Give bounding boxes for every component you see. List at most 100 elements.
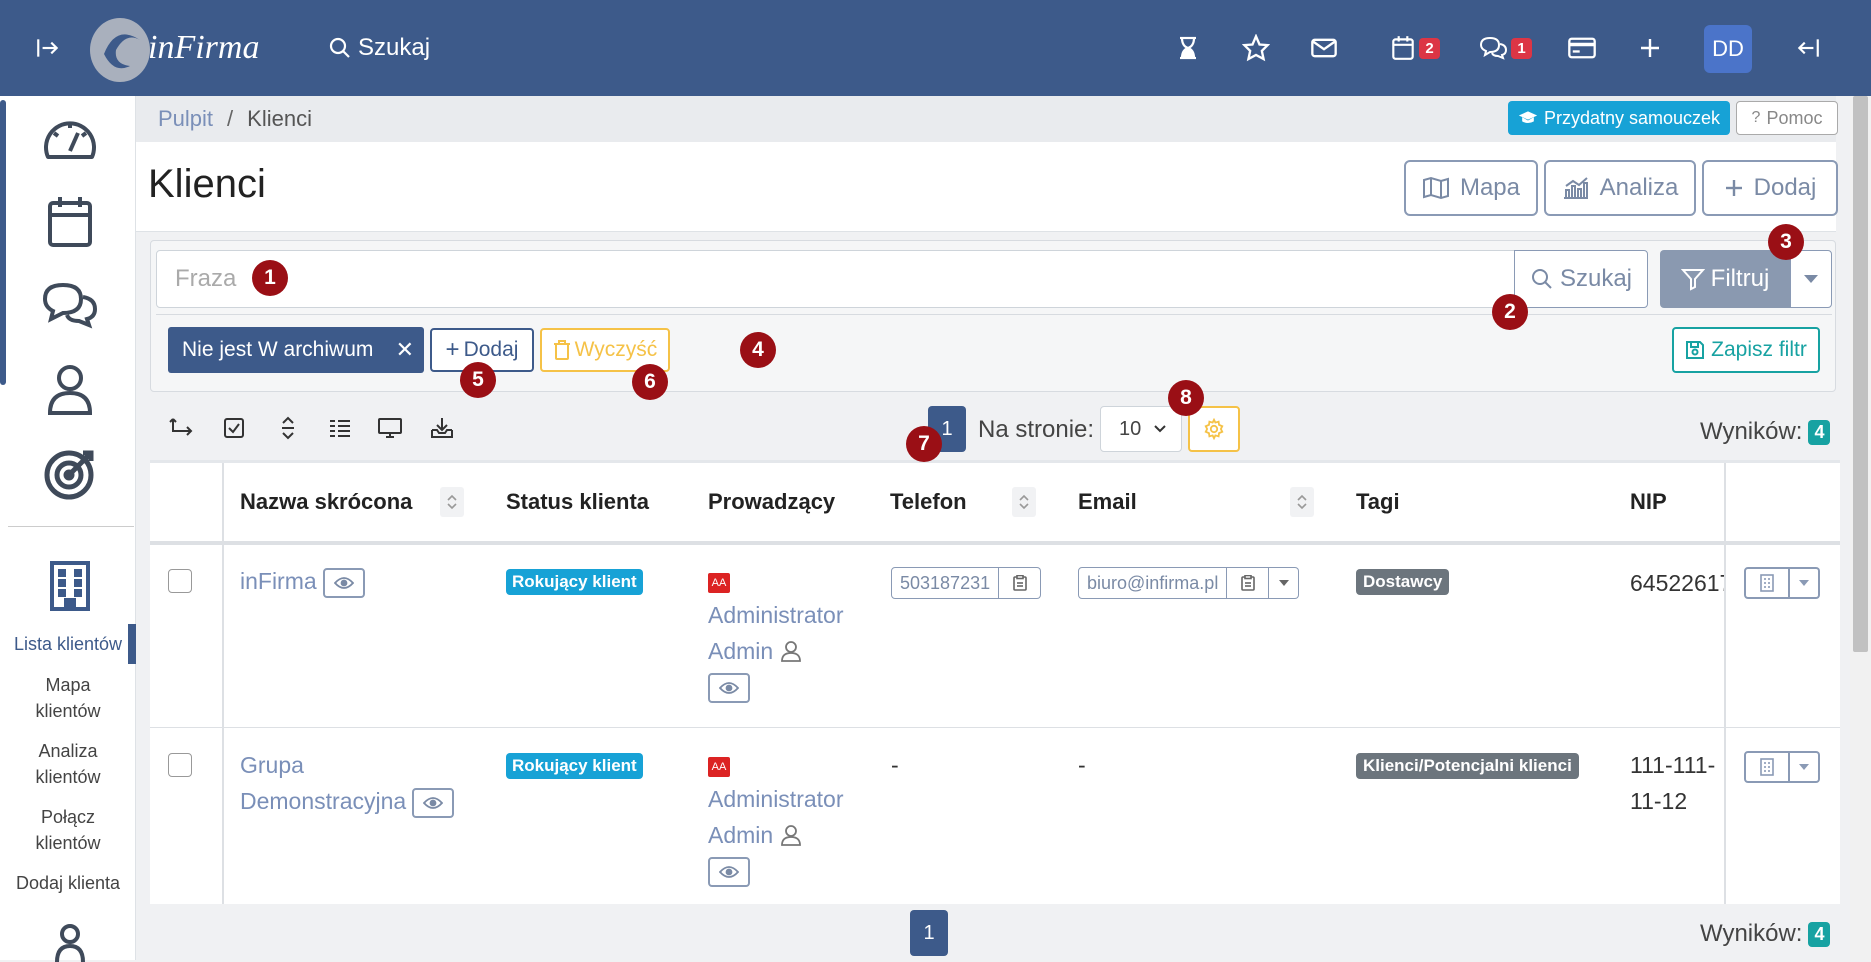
sidebar-item-client-map[interactable]: Mapa klientów bbox=[0, 672, 136, 724]
filter-dropdown-toggle[interactable] bbox=[1790, 250, 1832, 308]
building-icon[interactable] bbox=[40, 556, 100, 616]
global-search[interactable]: Szukaj bbox=[328, 0, 430, 96]
owner-link[interactable]: Administrator Admin bbox=[708, 781, 843, 853]
sidebar-item-merge-clients[interactable]: Połącz klientów bbox=[0, 804, 136, 856]
sidebar-item-add-client[interactable]: Dodaj klienta bbox=[0, 870, 136, 896]
monitor-icon[interactable] bbox=[376, 414, 404, 442]
chat-icon[interactable] bbox=[40, 276, 100, 336]
page-scrollbar-thumb[interactable] bbox=[1853, 96, 1868, 652]
hourglass-icon[interactable] bbox=[1170, 0, 1206, 96]
caret-down-icon[interactable] bbox=[1269, 567, 1300, 599]
card-icon[interactable] bbox=[1564, 0, 1600, 96]
sidebar-item-client-analysis[interactable]: Analiza klientów bbox=[0, 738, 136, 790]
header-separator bbox=[150, 541, 1840, 545]
sidebar-active-marker bbox=[128, 624, 136, 664]
building-icon[interactable] bbox=[1744, 567, 1790, 599]
save-filter-button[interactable]: Zapisz filtr bbox=[1672, 327, 1820, 373]
header-label: Status klienta bbox=[506, 489, 650, 514]
row-checkbox[interactable] bbox=[168, 753, 192, 777]
column-header-email[interactable]: Email bbox=[1078, 463, 1137, 541]
column-header-phone[interactable]: Telefon bbox=[890, 463, 967, 541]
expand-sidebar-icon[interactable] bbox=[30, 0, 66, 96]
remove-filter-icon[interactable]: ✕ bbox=[396, 337, 414, 363]
swap-icon[interactable] bbox=[168, 414, 196, 442]
tutorial-button[interactable]: Przydatny samouczek bbox=[1508, 101, 1730, 135]
sidebar-item-label: klientów bbox=[35, 701, 101, 721]
help-button[interactable]: ? Pomoc bbox=[1736, 101, 1838, 135]
tag-badge: Dostawcy bbox=[1356, 569, 1450, 595]
help-label: Pomoc bbox=[1766, 107, 1823, 128]
column-header-nip[interactable]: NIP bbox=[1630, 463, 1667, 541]
per-page-select[interactable]: 10 bbox=[1100, 406, 1182, 452]
phone-value[interactable]: 503187231 bbox=[891, 567, 1000, 599]
building-icon[interactable] bbox=[1744, 751, 1790, 783]
caret-down-icon[interactable] bbox=[1790, 567, 1820, 599]
search-button[interactable]: Szukaj bbox=[1514, 250, 1648, 308]
phone-field: 503187231 bbox=[891, 567, 1042, 599]
annotation-marker-3: 3 bbox=[1768, 224, 1804, 260]
target-icon[interactable] bbox=[40, 444, 100, 504]
per-page-value: 10 bbox=[1119, 417, 1142, 440]
column-header-tags[interactable]: Tagi bbox=[1356, 463, 1400, 541]
eye-icon[interactable] bbox=[412, 787, 455, 818]
filter-button[interactable]: Filtruj bbox=[1660, 250, 1790, 308]
email-field: biuro@infirma.pl bbox=[1078, 567, 1300, 599]
page-title: Klienci bbox=[148, 162, 266, 206]
sort-icon[interactable] bbox=[1290, 487, 1314, 517]
sort-icon[interactable] bbox=[1012, 487, 1036, 517]
plus-icon bbox=[1725, 180, 1742, 196]
client-name-link[interactable]: Grupa Demonstracyjna bbox=[240, 747, 455, 819]
mail-icon[interactable] bbox=[1306, 0, 1342, 96]
phrase-input[interactable] bbox=[156, 250, 1516, 308]
dashboard-icon[interactable] bbox=[40, 110, 100, 170]
sidebar-item-client-list[interactable]: Lista klientów bbox=[0, 631, 136, 657]
add-client-button[interactable]: Dodaj bbox=[1702, 160, 1838, 216]
user-avatar[interactable]: DD bbox=[1704, 25, 1752, 73]
sidebar-item-label: Dodaj klienta bbox=[15, 873, 121, 893]
star-icon[interactable] bbox=[1238, 0, 1274, 96]
row-checkbox[interactable] bbox=[168, 569, 192, 593]
results-label: Wyników: bbox=[1700, 920, 1803, 947]
email-value: - bbox=[1078, 752, 1086, 778]
user-icon[interactable] bbox=[40, 922, 100, 962]
breadcrumb-home[interactable]: Pulpit bbox=[158, 106, 213, 132]
search-icon bbox=[1531, 269, 1552, 289]
map-button[interactable]: Mapa bbox=[1404, 160, 1538, 216]
map-icon bbox=[1422, 176, 1449, 200]
calendar-icon[interactable] bbox=[40, 192, 100, 252]
check-square-icon[interactable] bbox=[220, 414, 248, 442]
client-name-link[interactable]: inFirma bbox=[240, 563, 365, 599]
plus-icon[interactable] bbox=[1632, 0, 1668, 96]
nip-text: 111-111- bbox=[1630, 752, 1716, 778]
sort-icon[interactable] bbox=[440, 487, 464, 517]
eye-icon[interactable] bbox=[708, 673, 750, 703]
annotation-marker-5: 5 bbox=[460, 362, 496, 398]
clipboard-icon[interactable] bbox=[1227, 567, 1270, 599]
infirma-logo[interactable]: inFirma bbox=[86, 10, 282, 86]
collapse-panel-icon[interactable] bbox=[1790, 0, 1826, 96]
email-value[interactable]: biuro@infirma.pl bbox=[1078, 567, 1228, 599]
owner-link[interactable]: Administrator Admin bbox=[708, 597, 843, 669]
sidebar-active-accent bbox=[0, 100, 6, 385]
analysis-button[interactable]: Analiza bbox=[1544, 160, 1696, 216]
expand-rows-icon[interactable] bbox=[274, 414, 302, 442]
list-columns-icon[interactable] bbox=[326, 414, 354, 442]
column-header-owner[interactable]: Prowadzący bbox=[708, 463, 835, 541]
user-icon[interactable] bbox=[40, 360, 100, 420]
page-1-button-bottom[interactable]: 1 bbox=[910, 910, 948, 956]
column-header-name[interactable]: Nazwa skrócona bbox=[240, 463, 412, 541]
chat-nav[interactable]: 1 bbox=[1470, 0, 1540, 96]
eye-icon[interactable] bbox=[322, 567, 365, 598]
caret-down-icon[interactable] bbox=[1790, 751, 1820, 783]
chat-icon bbox=[1480, 36, 1508, 60]
calendar-nav[interactable]: 2 bbox=[1380, 0, 1450, 96]
download-tray-icon[interactable] bbox=[428, 414, 456, 442]
save-filter-label: Zapisz filtr bbox=[1711, 338, 1807, 361]
eye-icon[interactable] bbox=[708, 857, 750, 887]
active-filter-chip[interactable]: Nie jest W archiwum ✕ bbox=[168, 327, 424, 373]
header-label: Email bbox=[1078, 489, 1137, 514]
clipboard-icon[interactable] bbox=[999, 567, 1042, 599]
column-header-status[interactable]: Status klienta bbox=[506, 463, 649, 541]
add-label: Dodaj bbox=[1753, 174, 1817, 201]
header-label: Tagi bbox=[1356, 489, 1400, 514]
